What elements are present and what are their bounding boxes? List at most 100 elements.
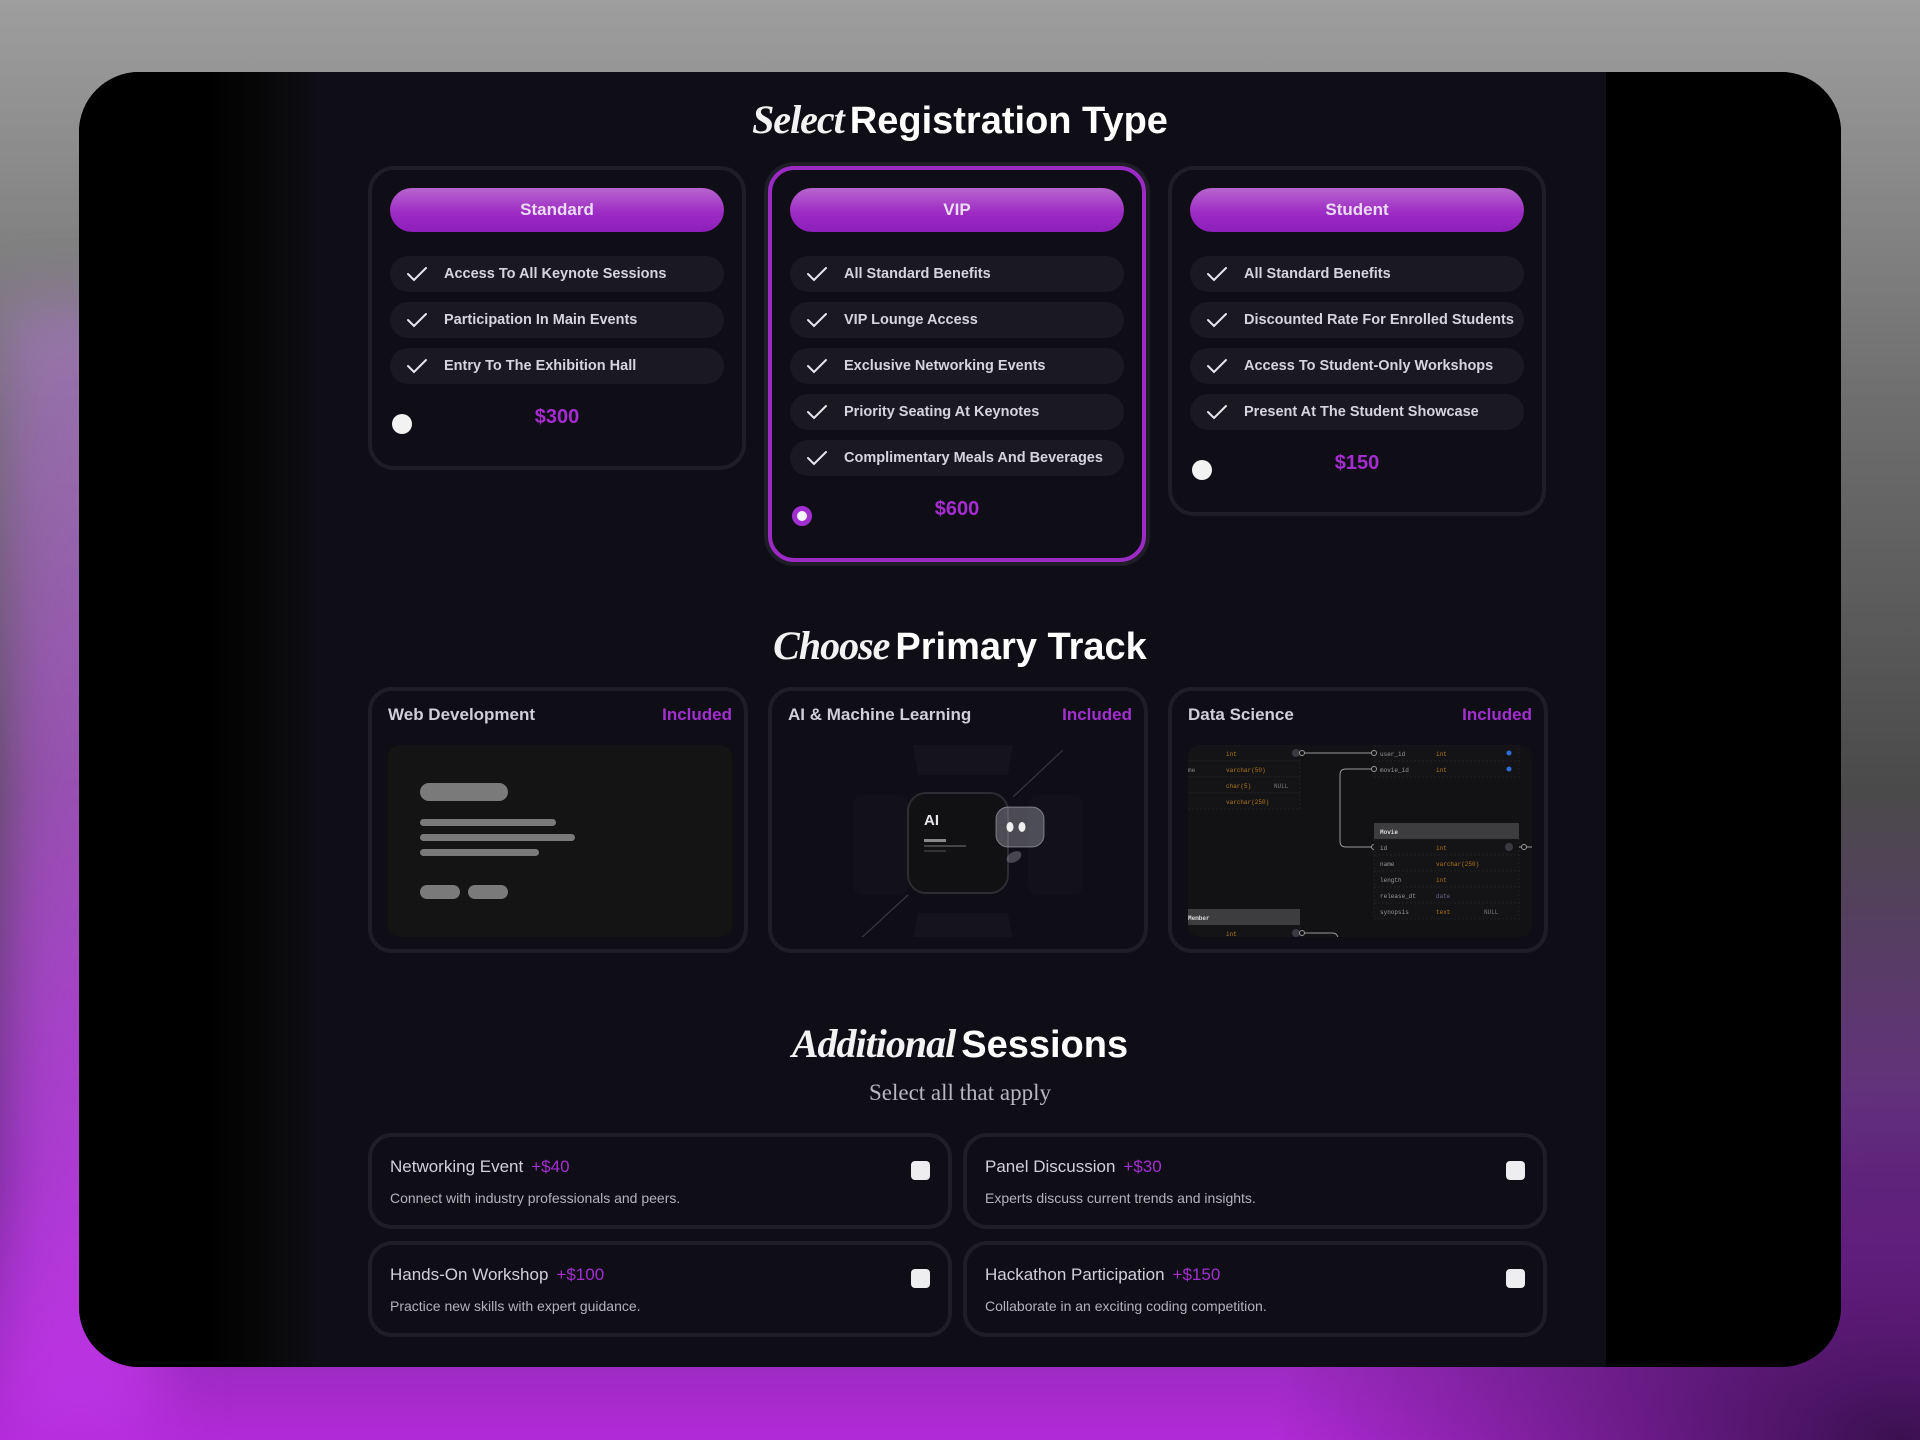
session-card-panel-discussion[interactable]: Panel Discussion +$30 Experts discuss cur…	[963, 1133, 1547, 1229]
session-description: Collaborate in an exciting coding compet…	[985, 1298, 1267, 1314]
schema-graphic: int me varchar(50) char(5) NULL varchar(250) u…	[1188, 745, 1532, 937]
plan-card-student[interactable]: Student All Standard Benefits Discounted…	[1168, 166, 1546, 516]
schema-null: NULL	[1484, 909, 1499, 916]
connector-dot	[1521, 844, 1527, 850]
skeleton-button	[468, 885, 508, 899]
schema-type: int	[1226, 751, 1237, 758]
schema-field: movie_id	[1380, 767, 1409, 774]
feature-label: Exclusive Networking Events	[844, 358, 1046, 374]
feature-label: Discounted Rate For Enrolled Students	[1244, 312, 1514, 328]
member-table-title: Member	[1188, 915, 1210, 922]
track-card-ai-machine-learning[interactable]: AI & Machine Learning Included AI	[768, 687, 1148, 953]
plan-name-pill[interactable]: Standard	[390, 188, 724, 232]
bg-panel	[913, 745, 1013, 775]
ai-chip-label: AI	[924, 812, 939, 829]
track-card-data-science[interactable]: Data Science Included int me varchar(50) ch…	[1168, 687, 1548, 953]
schema-field: id	[1380, 845, 1388, 852]
feature-item: All Standard Benefits	[790, 256, 1124, 292]
session-checkbox[interactable]	[1506, 1161, 1525, 1180]
connector-line	[1302, 932, 1339, 937]
feature-label: Complimentary Meals And Beverages	[844, 450, 1103, 466]
plan-price: $150	[1334, 452, 1380, 474]
session-name: Hackathon Participation	[985, 1265, 1165, 1284]
ai-robot-illustration: AI	[788, 745, 1132, 937]
feature-item: Exclusive Networking Events	[790, 348, 1124, 384]
session-name: Hands-On Workshop	[390, 1265, 549, 1284]
feature-list: Access To All Keynote Sessions Participa…	[390, 256, 724, 384]
session-price: +$150	[1172, 1265, 1221, 1284]
session-checkbox[interactable]	[1506, 1269, 1525, 1288]
check-icon	[807, 359, 827, 374]
check-icon	[407, 359, 427, 374]
schema-row	[1188, 924, 1301, 937]
check-icon	[807, 405, 827, 420]
feature-label: Access To All Keynote Sessions	[444, 266, 667, 282]
session-description: Experts discuss current trends and insig…	[985, 1190, 1256, 1206]
pk-badge	[1292, 749, 1300, 757]
connector-dot	[1299, 750, 1305, 756]
price-row: $150	[1190, 444, 1524, 494]
session-checkbox[interactable]	[911, 1269, 930, 1288]
skeleton-line	[420, 834, 575, 841]
schema-field: user_id	[1380, 751, 1406, 758]
feature-label: Priority Seating At Keynotes	[844, 404, 1040, 420]
connector-dot	[1371, 766, 1377, 772]
schema-field: synopsis	[1380, 909, 1409, 916]
plan-card-vip[interactable]: VIP All Standard Benefits VIP Lounge Acc…	[768, 166, 1146, 562]
chip-line	[924, 850, 946, 852]
session-card-hands-on-workshop[interactable]: Hands-On Workshop +$100 Practice new skil…	[368, 1241, 952, 1337]
schema-field: length	[1380, 877, 1402, 884]
plan-price: $600	[934, 498, 980, 520]
feature-item: Priority Seating At Keynotes	[790, 394, 1124, 430]
plan-name-pill[interactable]: VIP	[790, 188, 1124, 232]
feature-item: Access To Student-Only Workshops	[1190, 348, 1524, 384]
check-icon	[1207, 267, 1227, 282]
feature-label: Access To Student-Only Workshops	[1244, 358, 1494, 374]
title-emphasis: Select	[752, 97, 845, 142]
check-icon	[407, 313, 427, 328]
feature-item: Participation In Main Events	[390, 302, 724, 338]
device-frame: Select Registration Type Standard Access …	[79, 72, 1841, 1367]
session-checkbox[interactable]	[911, 1161, 930, 1180]
schema-field: release_dt	[1380, 893, 1416, 900]
schema-type: date	[1436, 893, 1451, 900]
schema-type: text	[1436, 909, 1450, 916]
track-title: Web Development	[388, 705, 536, 724]
skeleton-line	[420, 849, 539, 856]
feature-item: VIP Lounge Access	[790, 302, 1124, 338]
ai-chip	[907, 792, 1009, 894]
session-price: +$40	[531, 1157, 570, 1176]
title-emphasis: Choose	[773, 623, 890, 668]
feature-item: Complimentary Meals And Beverages	[790, 440, 1124, 476]
feature-label: All Standard Benefits	[1244, 266, 1391, 282]
schema-type: varchar(250)	[1436, 861, 1479, 868]
track-card-web-development[interactable]: Web Development Included	[368, 687, 748, 953]
sessions-section-title: Additional Sessions	[314, 1020, 1606, 1067]
feature-item: Present At The Student Showcase	[1190, 394, 1524, 430]
session-card-networking-event[interactable]: Networking Event +$40 Connect with indust…	[368, 1133, 952, 1229]
session-name: Panel Discussion	[985, 1157, 1116, 1176]
robot-eye	[1018, 822, 1026, 832]
database-schema-illustration: int me varchar(50) char(5) NULL varchar(250) u…	[1188, 745, 1532, 937]
plan-price: $300	[534, 406, 580, 428]
title-emphasis: Additional	[791, 1021, 956, 1066]
check-icon	[407, 267, 427, 282]
session-card-hackathon-participation[interactable]: Hackathon Participation +$150 Collaborate…	[963, 1241, 1547, 1337]
schema-field: me	[1188, 767, 1196, 774]
chip-line	[924, 839, 946, 842]
plan-card-standard[interactable]: Standard Access To All Keynote Sessions …	[368, 166, 746, 470]
circuit-line	[1012, 749, 1064, 798]
session-price: +$30	[1123, 1157, 1162, 1176]
plan-name-pill[interactable]: Student	[1190, 188, 1524, 232]
feature-label: All Standard Benefits	[844, 266, 991, 282]
schema-type: int	[1436, 751, 1447, 758]
title-rest: Primary Track	[895, 626, 1147, 668]
track-title: Data Science	[1188, 705, 1294, 724]
skeleton-line	[420, 819, 556, 826]
session-description: Connect with industry professionals and …	[390, 1190, 681, 1206]
schema-type: int	[1436, 877, 1447, 884]
title-rest: Registration Type	[849, 100, 1168, 142]
session-name-row: Panel Discussion +$30	[985, 1157, 1162, 1177]
schema-type: int	[1436, 767, 1447, 774]
feature-label: Present At The Student Showcase	[1244, 404, 1479, 420]
